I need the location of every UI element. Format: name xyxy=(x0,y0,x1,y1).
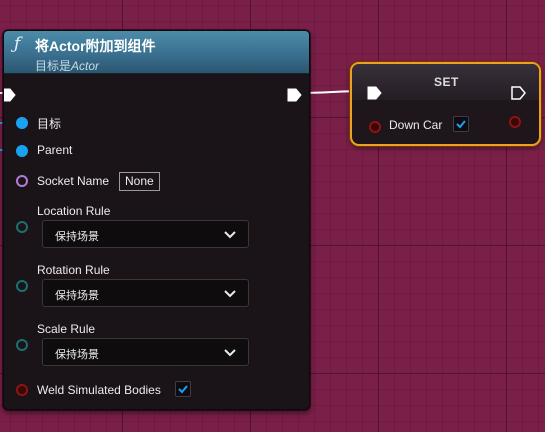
chevron-down-icon xyxy=(224,290,236,298)
weld-simulated-bodies-checkbox[interactable] xyxy=(175,381,191,397)
parent-pin[interactable] xyxy=(16,145,28,157)
set-exec-out-pin[interactable] xyxy=(510,85,526,101)
scale-rule-pin[interactable] xyxy=(16,339,28,351)
set-node-title: SET xyxy=(434,75,459,89)
location-rule-dropdown[interactable]: 保持场景 xyxy=(42,220,249,248)
down-car-input-pin[interactable] xyxy=(369,121,381,133)
socket-name-input[interactable]: None xyxy=(119,172,160,191)
set-variable-node[interactable]: SET Down Car xyxy=(350,62,541,146)
scale-rule-label: Scale Rule xyxy=(37,322,96,336)
node-title: 将Actor附加到组件 xyxy=(35,38,156,54)
function-icon: ƒ xyxy=(14,34,21,54)
down-car-output-pin[interactable] xyxy=(509,116,521,128)
chevron-down-icon xyxy=(224,349,236,357)
target-label: 目标 xyxy=(37,117,62,131)
exec-in-pin[interactable] xyxy=(3,87,16,103)
location-rule-value: 保持场景 xyxy=(55,231,99,243)
parent-label: Parent xyxy=(37,143,73,157)
target-pin[interactable] xyxy=(16,117,28,129)
exec-out-pin[interactable] xyxy=(286,87,302,103)
node-header[interactable]: ƒ 将Actor附加到组件 目标是Actor xyxy=(4,31,309,74)
chevron-down-icon xyxy=(224,231,236,239)
scale-rule-value: 保持场景 xyxy=(55,349,99,361)
rotation-rule-dropdown[interactable]: 保持场景 xyxy=(42,279,249,307)
location-rule-label: Location Rule xyxy=(37,204,111,218)
scale-rule-dropdown[interactable]: 保持场景 xyxy=(42,338,249,366)
attach-actor-to-component-node[interactable]: ƒ 将Actor附加到组件 目标是Actor 目标 Parent Socket … xyxy=(3,30,310,410)
down-car-label: Down Car xyxy=(389,118,443,132)
socket-name-pin[interactable] xyxy=(16,175,28,187)
checkmark-icon xyxy=(456,120,466,129)
weld-simulated-bodies-label: Weld Simulated Bodies xyxy=(37,383,161,397)
socket-name-label: Socket Name xyxy=(37,174,110,188)
rotation-rule-label: Rotation Rule xyxy=(37,263,110,277)
down-car-checkbox[interactable] xyxy=(453,116,469,132)
node-subtitle: 目标是Actor xyxy=(35,59,100,73)
location-rule-pin[interactable] xyxy=(16,221,28,233)
rotation-rule-pin[interactable] xyxy=(16,280,28,292)
weld-simulated-bodies-pin[interactable] xyxy=(16,384,28,396)
checkmark-icon xyxy=(178,385,188,394)
set-exec-in-pin[interactable] xyxy=(366,85,382,101)
rotation-rule-value: 保持场景 xyxy=(55,290,99,302)
